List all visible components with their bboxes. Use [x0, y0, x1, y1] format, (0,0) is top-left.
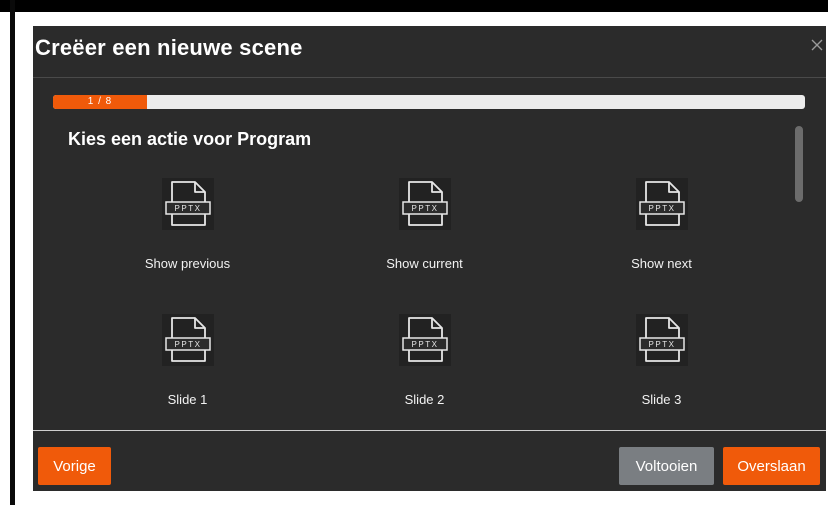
- action-item-slide-3[interactable]: PPTX Slide 3: [543, 314, 780, 430]
- file-badge: PPTX: [411, 204, 438, 213]
- action-item-show-current[interactable]: PPTX Show current: [306, 178, 543, 314]
- close-icon[interactable]: [810, 38, 824, 52]
- progress-label: 1 / 8: [87, 96, 113, 107]
- action-item-slide-2[interactable]: PPTX Slide 2: [306, 314, 543, 430]
- pptx-file-icon: PPTX: [161, 314, 214, 366]
- dialog-footer: Vorige Voltooien Overslaan: [33, 430, 826, 492]
- action-item-slide-1[interactable]: PPTX Slide 1: [69, 314, 306, 430]
- create-scene-dialog: Creëer een nieuwe scene 1 / 8 Kies een a…: [33, 26, 826, 491]
- action-grid: PPTX Show previous PPTX Show current PPT…: [69, 178, 779, 430]
- screen: Creëer een nieuwe scene 1 / 8 Kies een a…: [0, 0, 828, 505]
- finish-button[interactable]: Voltooien: [619, 447, 714, 485]
- pptx-file-icon: PPTX: [161, 178, 214, 230]
- action-label: Show current: [386, 256, 463, 271]
- action-label: Show next: [631, 256, 692, 271]
- action-item-show-previous[interactable]: PPTX Show previous: [69, 178, 306, 314]
- file-badge: PPTX: [411, 340, 438, 349]
- dialog-title: Creëer een nieuwe scene: [35, 35, 303, 60]
- dialog-content: Kies een actie voor Program PPTX Show pr…: [33, 118, 826, 430]
- progress-fill: 1 / 8: [53, 95, 147, 109]
- file-badge: PPTX: [648, 204, 675, 213]
- pptx-file-icon: PPTX: [398, 178, 451, 230]
- pptx-file-icon: PPTX: [398, 314, 451, 366]
- action-label: Show previous: [144, 256, 231, 271]
- scrollbar-thumb[interactable]: [795, 126, 803, 202]
- progress-bar: 1 / 8: [53, 95, 805, 109]
- top-edge: [0, 0, 828, 12]
- file-badge: PPTX: [648, 340, 675, 349]
- action-label: Slide 1: [167, 392, 208, 407]
- action-label: Slide 2: [404, 392, 445, 407]
- action-label: Slide 3: [641, 392, 682, 407]
- action-item-show-next[interactable]: PPTX Show next: [543, 178, 780, 314]
- skip-button[interactable]: Overslaan: [723, 447, 820, 485]
- dialog-header: Creëer een nieuwe scene: [33, 26, 826, 78]
- left-edge-bar: [10, 0, 15, 505]
- section-heading: Kies een actie voor Program: [68, 129, 312, 149]
- previous-button[interactable]: Vorige: [38, 447, 111, 485]
- pptx-file-icon: PPTX: [635, 314, 688, 366]
- file-badge: PPTX: [174, 340, 201, 349]
- file-badge: PPTX: [174, 204, 201, 213]
- pptx-file-icon: PPTX: [635, 178, 688, 230]
